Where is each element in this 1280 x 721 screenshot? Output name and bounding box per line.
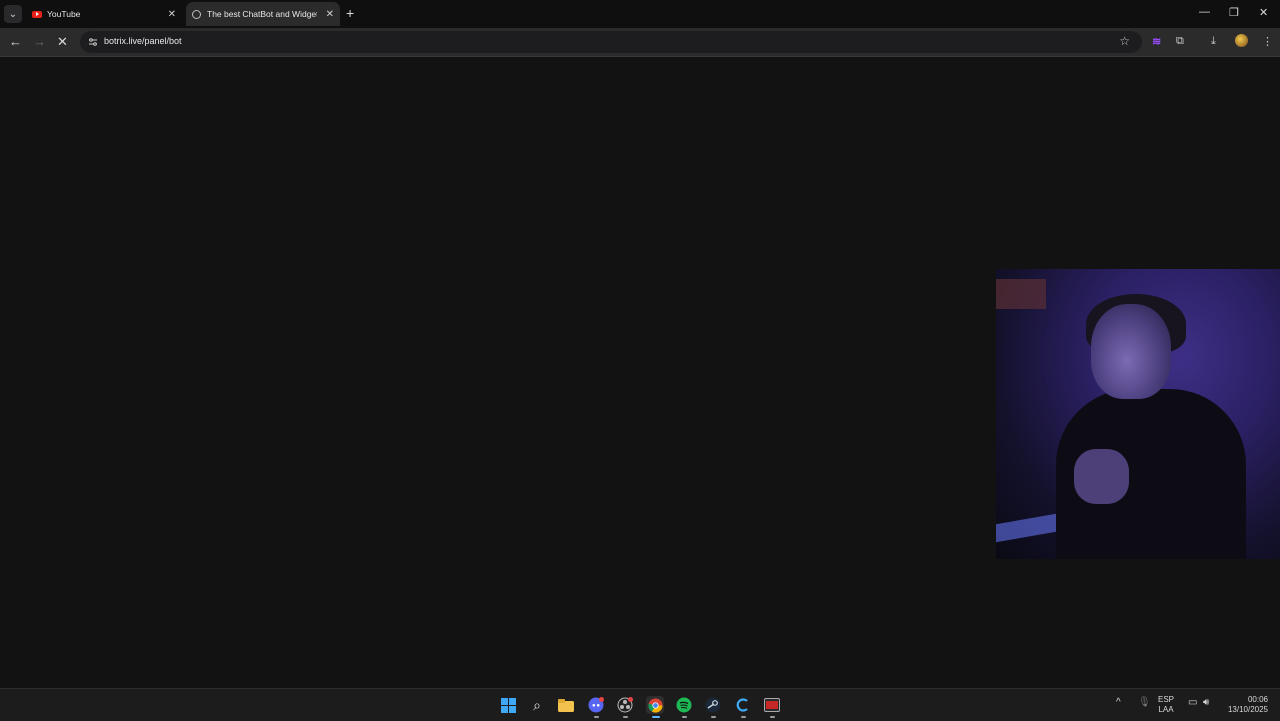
download-icon[interactable]: ⤓ — [1211, 35, 1216, 48]
steam-icon[interactable] — [705, 697, 721, 713]
tab-strip: ⌄ YouTube ✕ The best ChatBot and Widgets… — [0, 0, 1280, 28]
botrix-favicon-icon — [192, 9, 201, 19]
browser-toolbar: ← → ✕ botrix.live/panel/bot ☆ ≋ ⧉ ⤓ ⋮ — [0, 28, 1280, 57]
youtube-favicon-icon — [32, 10, 42, 18]
tab-title: YouTube — [47, 9, 81, 19]
clock-date: 13/10/2025 — [1227, 705, 1268, 714]
tab-title: The best ChatBot and Widgets — [207, 9, 317, 19]
tab-youtube[interactable]: YouTube ✕ — [26, 2, 182, 26]
menu-kebab-icon[interactable]: ⋮ — [1262, 35, 1273, 48]
running-indicator — [741, 716, 746, 718]
keyboard-layout: LAA — [1158, 705, 1174, 714]
close-window-icon[interactable]: ✕ — [1259, 6, 1268, 19]
extensions-puzzle-icon[interactable]: ⧉ — [1176, 35, 1184, 48]
file-explorer-icon[interactable] — [558, 697, 574, 713]
app-c-icon[interactable] — [735, 697, 751, 713]
running-indicator — [711, 716, 716, 718]
restore-icon[interactable]: ❐ — [1229, 6, 1239, 19]
address-bar[interactable]: botrix.live/panel/bot ☆ — [80, 31, 1142, 53]
running-indicator — [594, 716, 599, 718]
forward-icon[interactable]: → — [33, 34, 46, 49]
keyboard-light — [996, 513, 1056, 543]
new-tab-icon[interactable]: + — [346, 6, 354, 20]
minimize-icon[interactable]: — — [1199, 6, 1210, 18]
discord-icon[interactable] — [588, 697, 604, 713]
chrome-icon[interactable] — [646, 696, 664, 714]
webcam-overlay — [996, 269, 1280, 559]
bookmark-star-icon[interactable]: ☆ — [1119, 34, 1130, 48]
profile-avatar[interactable] — [1235, 34, 1248, 47]
language-indicator[interactable]: ESP LAA — [1158, 695, 1174, 715]
url-text[interactable]: botrix.live/panel/bot — [104, 36, 182, 46]
spotify-icon[interactable] — [676, 697, 692, 713]
tab-close-icon[interactable]: ✕ — [326, 9, 334, 20]
running-indicator — [623, 716, 628, 718]
running-indicator — [770, 716, 775, 718]
running-indicator — [682, 716, 687, 718]
app-terminal-icon[interactable] — [764, 697, 780, 713]
person-hand — [1074, 449, 1129, 504]
language-code: ESP — [1158, 695, 1175, 704]
tab-search-button[interactable]: ⌄ — [4, 5, 22, 23]
microphone-icon[interactable]: 🎙︎ — [1138, 698, 1151, 708]
back-icon[interactable]: ← — [9, 34, 22, 49]
tab-close-icon[interactable]: ✕ — [168, 9, 176, 20]
windows-start-icon[interactable] — [500, 697, 516, 713]
background-light — [996, 279, 1046, 309]
windows-taskbar: ⌕ ^ 🎙︎ ESP LAA ▭ 🔊︎ 00:06 13/10/2025 — [0, 688, 1280, 721]
stop-loading-icon[interactable]: ✕ — [57, 34, 68, 50]
tray-overflow-chevron-icon[interactable]: ^ — [1116, 698, 1121, 708]
extension-icon[interactable]: ≋ — [1152, 35, 1161, 48]
person-head — [1091, 304, 1171, 399]
volume-icon[interactable]: 🔊︎ — [1203, 698, 1209, 708]
clock-time: 00:06 — [1247, 695, 1268, 704]
tab-botrix[interactable]: The best ChatBot and Widgets ✕ — [186, 2, 340, 26]
network-icon[interactable]: ▭ — [1188, 698, 1197, 708]
obs-icon[interactable] — [617, 697, 633, 713]
search-icon[interactable]: ⌕ — [529, 697, 545, 713]
site-settings-icon[interactable] — [88, 37, 98, 47]
clock[interactable]: 00:06 13/10/2025 — [1226, 695, 1268, 715]
running-indicator — [652, 716, 660, 718]
